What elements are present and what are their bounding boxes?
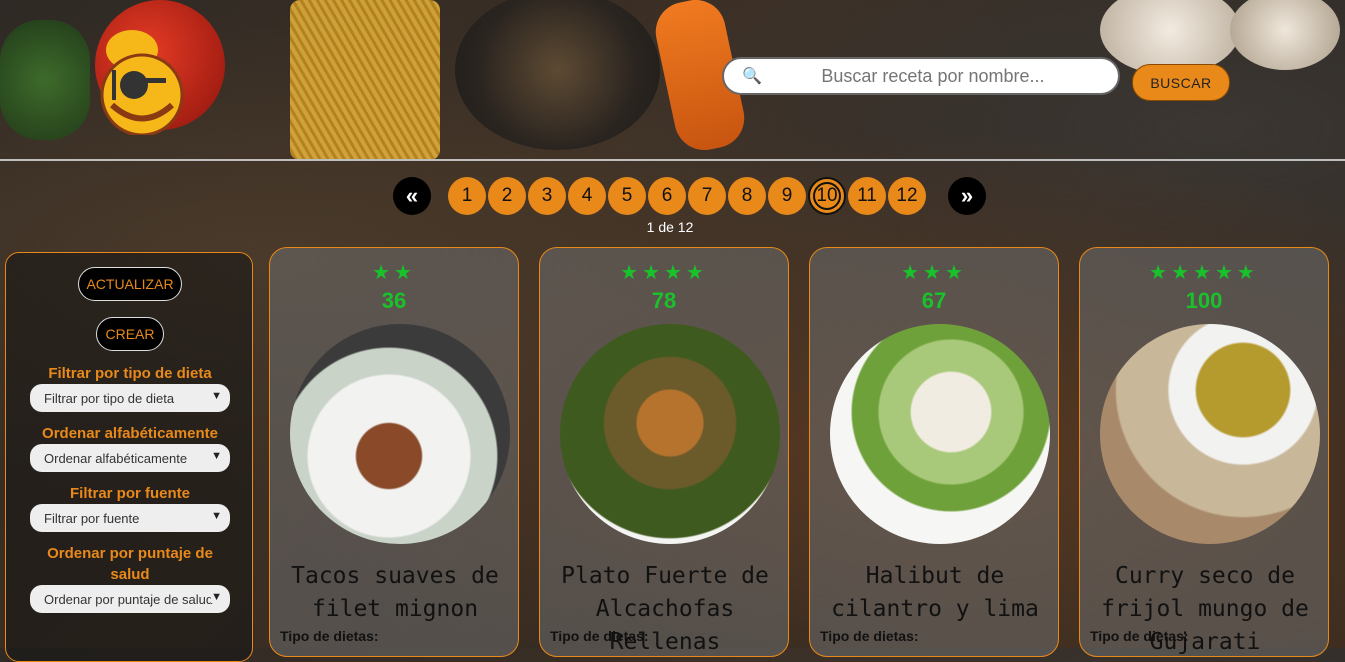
health-score: 78 — [651, 288, 677, 313]
pepper-bowl-decoration — [455, 0, 660, 150]
page-button-12[interactable]: 12 — [888, 177, 926, 215]
recipe-title[interactable]: Tacos suaves de filet mignon — [280, 560, 510, 626]
recipe-card[interactable]: ★★★★ 78 Plato Fuerte de Alcachofas Relle… — [539, 247, 789, 657]
recipe-image[interactable] — [290, 324, 510, 544]
page-button-9[interactable]: 9 — [768, 177, 806, 215]
rating-stars: ★★ — [372, 262, 416, 284]
diet-types-label: Tipo de dietas: — [550, 628, 649, 644]
diet-filter-select[interactable]: Filtrar por tipo de dieta ▼ — [30, 384, 230, 412]
create-button[interactable]: CREAR — [96, 317, 164, 351]
pagination-next-button[interactable]: » — [948, 177, 986, 215]
header-banner: 🔍 BUSCAR — [0, 0, 1345, 161]
search-bar[interactable]: 🔍 — [722, 57, 1120, 95]
search-button[interactable]: BUSCAR — [1132, 64, 1230, 101]
recipe-image[interactable] — [560, 324, 780, 544]
rating-stars: ★★★ — [901, 262, 967, 284]
page-button-10-current[interactable]: 10 — [808, 177, 846, 215]
health-score: 36 — [381, 288, 407, 313]
recipe-card[interactable]: ★★ 36 Tacos suaves de filet mignon Tipo … — [269, 247, 519, 657]
chevron-down-icon: ▼ — [211, 450, 222, 462]
page-button-1[interactable]: 1 — [448, 177, 486, 215]
health-sort-value: Ordenar por puntaje de salud — [44, 591, 214, 607]
health-score: 67 — [921, 288, 947, 313]
chef-logo-icon[interactable] — [92, 20, 192, 135]
page-button-7[interactable]: 7 — [688, 177, 726, 215]
diet-types-label: Tipo de dietas: — [280, 628, 379, 644]
refresh-button[interactable]: ACTUALIZAR — [78, 267, 182, 301]
alpha-sort-label: Ordenar alfabéticamente — [42, 425, 218, 442]
pagination: « 1 2 3 4 5 6 7 8 9 10 11 12 » — [0, 177, 1345, 217]
diet-types-label: Tipo de dietas: — [820, 628, 919, 644]
current-page-label: 10 — [813, 182, 841, 210]
page-button-8[interactable]: 8 — [728, 177, 766, 215]
rating-stars: ★★★★★ — [1149, 262, 1259, 284]
health-sort-label: Ordenar por puntaje de salud — [47, 545, 213, 583]
diet-types-label: Tipo de dietas: — [1090, 628, 1189, 644]
search-icon: 🔍 — [742, 68, 762, 85]
recipe-image[interactable] — [830, 324, 1050, 544]
source-filter-value: Filtrar por fuente — [44, 510, 140, 526]
health-score: 100 — [1185, 288, 1223, 313]
page-button-5[interactable]: 5 — [608, 177, 646, 215]
filter-sidebar: ACTUALIZAR CREAR Filtrar por tipo de die… — [5, 252, 253, 662]
rating-stars: ★★★★ — [620, 262, 708, 284]
garlic-decoration-2 — [1230, 0, 1340, 70]
chevron-down-icon: ▼ — [211, 390, 222, 402]
search-input[interactable] — [765, 64, 1100, 88]
source-filter-label: Filtrar por fuente — [69, 485, 190, 502]
page-indicator: 1 de 12 — [646, 219, 694, 235]
pagination-prev-button[interactable]: « — [393, 177, 431, 215]
health-sort-select[interactable]: Ordenar por puntaje de salud ▼ — [30, 585, 230, 613]
page-button-11[interactable]: 11 — [848, 177, 886, 215]
page-button-3[interactable]: 3 — [528, 177, 566, 215]
herbs-decoration — [0, 20, 90, 140]
alpha-sort-select[interactable]: Ordenar alfabéticamente ▼ — [30, 444, 230, 472]
page-button-4[interactable]: 4 — [568, 177, 606, 215]
recipe-image[interactable] — [1100, 324, 1320, 544]
chevron-down-icon: ▼ — [211, 591, 222, 603]
diet-filter-value: Filtrar por tipo de dieta — [44, 390, 175, 406]
pasta-decoration — [290, 0, 440, 159]
page-button-2[interactable]: 2 — [488, 177, 526, 215]
recipe-card[interactable]: ★★★★★ 100 Curry seco de frijol mungo de … — [1079, 247, 1329, 657]
recipe-title[interactable]: Halibut de cilantro y lima — [820, 560, 1050, 626]
source-filter-select[interactable]: Filtrar por fuente ▼ — [30, 504, 230, 532]
page-button-6[interactable]: 6 — [648, 177, 686, 215]
diet-filter-label: Filtrar por tipo de dieta — [48, 365, 212, 382]
recipe-card[interactable]: ★★★ 67 Halibut de cilantro y lima Tipo d… — [809, 247, 1059, 657]
alpha-sort-value: Ordenar alfabéticamente — [44, 450, 188, 466]
chevron-down-icon: ▼ — [211, 510, 222, 522]
